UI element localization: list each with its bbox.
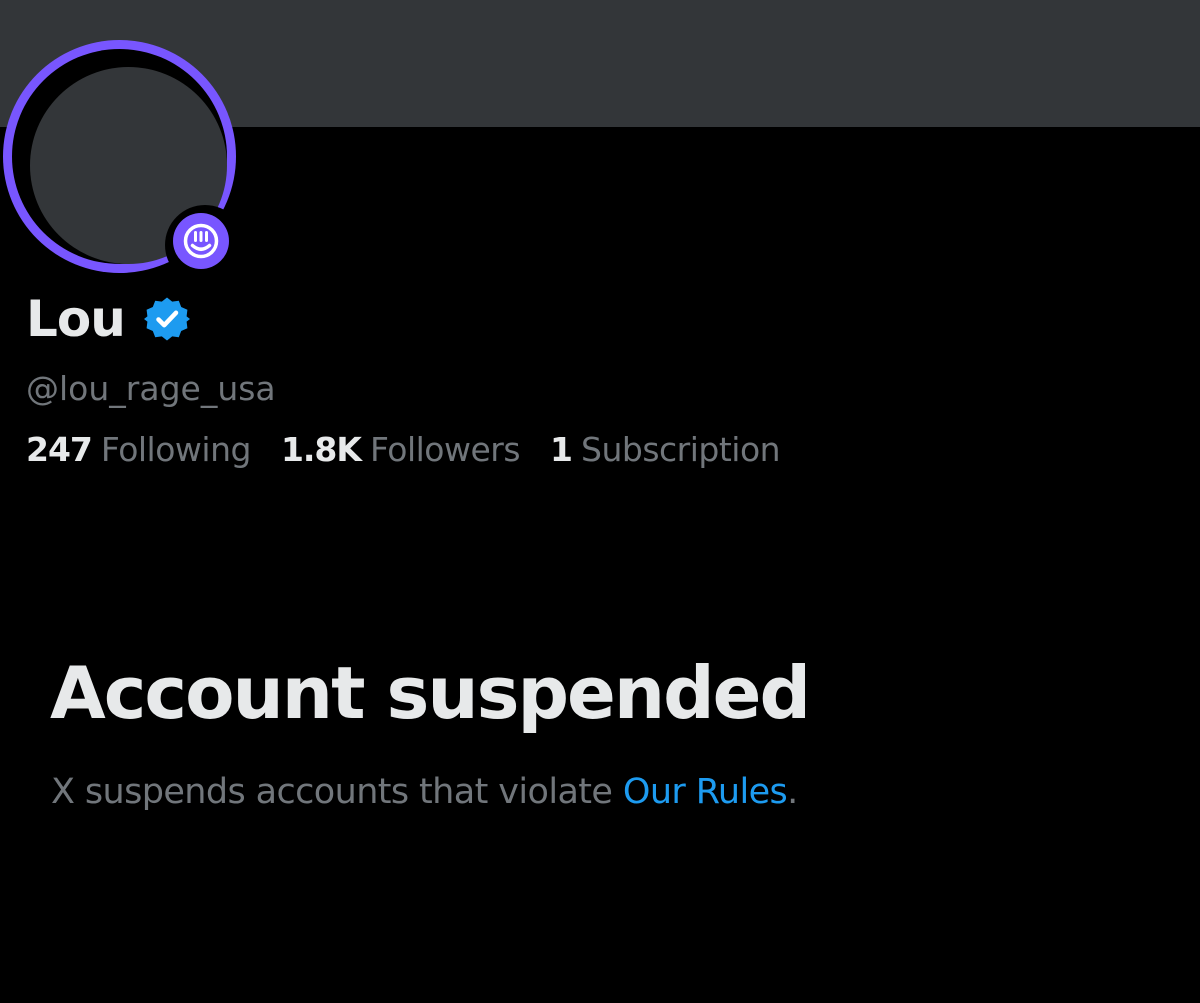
following-stat[interactable]: 247 Following: [26, 425, 251, 475]
profile-page: Lou @lou_rage_usa 247 Following 1.8K Fol…: [0, 0, 1200, 1003]
suspended-message-prefix: X suspends accounts that violate: [51, 772, 623, 812]
subscription-stat[interactable]: 1 Subscription: [550, 425, 781, 475]
followers-label: Followers: [369, 430, 521, 469]
display-name: Lou: [26, 290, 126, 348]
following-label: Following: [100, 430, 252, 469]
suspended-message-suffix: .: [787, 772, 798, 812]
profile-handle: @lou_rage_usa: [26, 369, 276, 408]
avatar-badge: [165, 205, 245, 285]
verified-badge-icon[interactable]: [143, 295, 191, 343]
suspended-message: X suspends accounts that violate Our Rul…: [51, 764, 798, 820]
our-rules-link[interactable]: Our Rules: [623, 772, 788, 812]
smiley-face-icon: [173, 213, 229, 269]
display-name-row: Lou: [26, 286, 191, 352]
subscription-count: 1: [550, 430, 573, 469]
suspended-title: Account suspended: [50, 651, 811, 735]
profile-stats: 247 Following 1.8K Followers 1 Subscript…: [26, 425, 781, 475]
following-count: 247: [26, 430, 93, 469]
followers-stat[interactable]: 1.8K Followers: [280, 425, 521, 475]
subscription-label: Subscription: [581, 430, 781, 469]
followers-count: 1.8K: [280, 430, 362, 469]
